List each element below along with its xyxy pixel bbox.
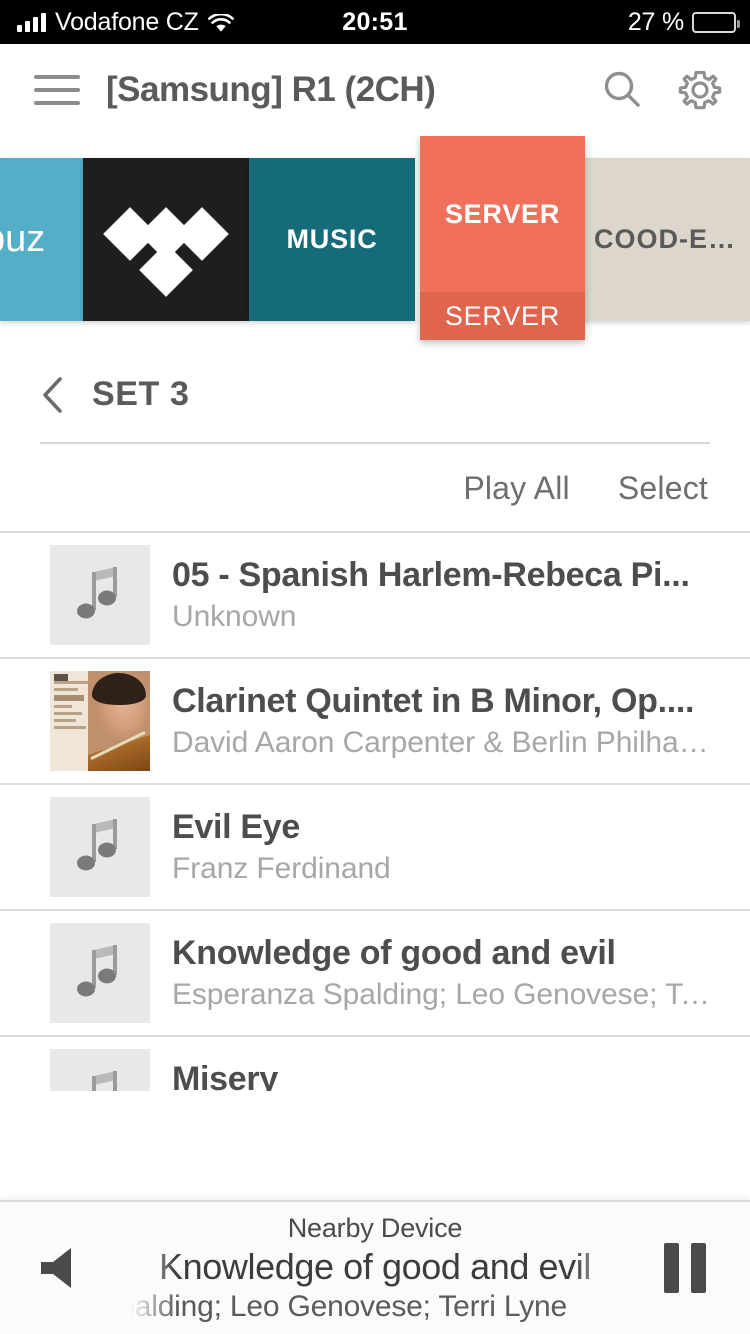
speaker-volume-icon[interactable]	[0, 1242, 130, 1294]
music-note-icon	[77, 945, 117, 997]
app-bar: [Samsung] R1 (2CH)	[0, 44, 750, 136]
track-thumbnail	[50, 671, 150, 771]
music-note-icon	[92, 1071, 117, 1091]
table-row[interactable]: Evil Eye Franz Ferdinand	[0, 783, 750, 909]
service-caption-server: SERVER	[420, 292, 585, 340]
track-list: 05 - Spanish Harlem-Rebeca Pi... Unknown…	[0, 531, 750, 1091]
now-playing-artist: za Spalding; Leo Genovese; Terri Lyne	[130, 1289, 567, 1323]
album-art	[50, 671, 150, 771]
track-artist: Unknown	[172, 600, 297, 634]
track-meta: Clarinet Quintet in B Minor, Op.... Davi…	[172, 682, 750, 760]
service-tile-tidal[interactable]	[83, 158, 249, 321]
service-tile-server[interactable]: SERVER SERVER	[420, 136, 585, 340]
now-playing-bar: Nearby Device Knowledge of good and evil…	[0, 1200, 750, 1334]
gear-icon[interactable]	[676, 66, 724, 114]
service-tabs: buz MUSIC COOD-E… SERVER SERVER	[0, 136, 750, 343]
service-label-qobuz: buz	[0, 218, 46, 260]
track-list-scroll[interactable]: 05 - Spanish Harlem-Rebeca Pi... Unknown…	[0, 531, 750, 1091]
track-thumbnail	[50, 1049, 150, 1091]
play-all-button[interactable]: Play All	[463, 470, 570, 507]
search-icon[interactable]	[598, 66, 646, 114]
battery-icon	[692, 11, 740, 33]
track-thumbnail	[50, 923, 150, 1023]
hamburger-menu-icon[interactable]	[34, 75, 80, 105]
track-title: Evil Eye	[172, 807, 301, 846]
breadcrumb-label: SET 3	[92, 375, 190, 413]
track-meta: Evil Eye Franz Ferdinand	[172, 808, 750, 886]
service-tile-coode[interactable]: COOD-E…	[580, 158, 750, 321]
list-actions: Play All Select	[0, 444, 750, 531]
service-label-server: SERVER	[420, 136, 585, 292]
music-note-icon	[77, 567, 117, 619]
tidal-logo-icon	[103, 201, 229, 297]
track-meta: Knowledge of good and evil Esperanza Spa…	[172, 934, 750, 1012]
service-label-music: MUSIC	[286, 224, 378, 254]
track-title: Clarinet Quintet in B Minor, Op....	[172, 681, 695, 720]
table-row[interactable]: 05 - Spanish Harlem-Rebeca Pi... Unknown	[0, 531, 750, 657]
music-note-icon	[77, 819, 117, 871]
breadcrumb: SET 3	[0, 343, 750, 442]
app-bar-actions	[598, 66, 724, 114]
chevron-left-icon[interactable]	[40, 376, 66, 414]
table-row[interactable]: Knowledge of good and evil Esperanza Spa…	[0, 909, 750, 1035]
track-title: Misery	[172, 1059, 278, 1091]
service-label-coode: COOD-E…	[594, 224, 736, 254]
track-artist: David Aaron Carpenter & Berlin Philharmo…	[172, 726, 710, 760]
page-title: [Samsung] R1 (2CH)	[106, 70, 436, 109]
now-playing-device: Nearby Device	[287, 1212, 463, 1243]
track-thumbnail	[50, 545, 150, 645]
now-playing-info[interactable]: Nearby Device Knowledge of good and evil…	[130, 1212, 620, 1324]
table-row[interactable]: Misery Dave's True Story	[0, 1035, 750, 1091]
pause-icon[interactable]	[620, 1243, 750, 1293]
table-row[interactable]: Clarinet Quintet in B Minor, Op.... Davi…	[0, 657, 750, 783]
track-meta: Misery Dave's True Story	[172, 1060, 750, 1091]
clock: 20:51	[342, 7, 408, 36]
track-title: Knowledge of good and evil	[172, 933, 616, 972]
track-meta: 05 - Spanish Harlem-Rebeca Pi... Unknown	[172, 556, 750, 634]
track-thumbnail	[50, 797, 150, 897]
status-bar: Vodafone CZ 20:51 27 %	[0, 0, 750, 44]
service-tile-music[interactable]: MUSIC	[249, 158, 415, 321]
service-tile-qobuz[interactable]: buz	[0, 158, 83, 321]
track-title: 05 - Spanish Harlem-Rebeca Pi...	[172, 555, 690, 594]
now-playing-title: Knowledge of good and evil	[159, 1245, 591, 1287]
track-artist: Franz Ferdinand	[172, 852, 391, 886]
select-button[interactable]: Select	[618, 470, 708, 507]
track-artist: Esperanza Spalding; Leo Genovese; Terri.…	[172, 978, 710, 1012]
